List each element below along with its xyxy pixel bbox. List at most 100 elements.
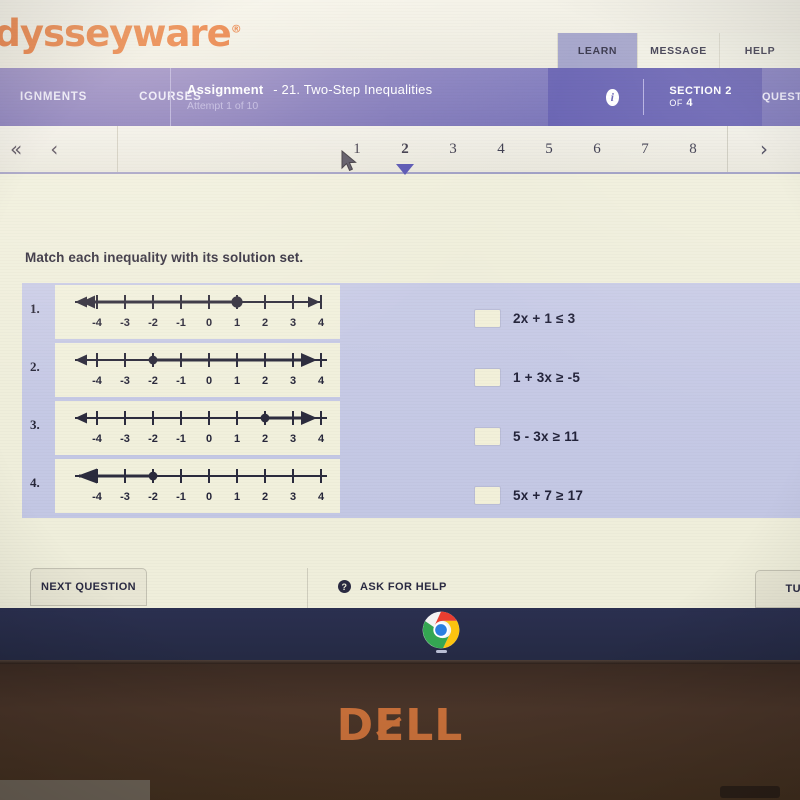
inequality-3: 5 - 3x ≥ 11 [513, 429, 579, 444]
answer-option-3[interactable]: 5 - 3x ≥ 11 [474, 407, 800, 466]
question-indicator[interactable]: QUEST [762, 68, 800, 126]
number-line-column: 1. -4 -3 -2 -1 0 1 2 3 4 2. -4 -3 -2 -1 … [22, 283, 340, 518]
svg-text:-4: -4 [92, 375, 103, 387]
turn-in-label: TURN I [785, 583, 800, 595]
matching-question-panel: 1. -4 -3 -2 -1 0 1 2 3 4 2. -4 -3 -2 -1 … [22, 283, 800, 518]
svg-text:-1: -1 [176, 317, 186, 329]
tab-help[interactable]: HELP [719, 33, 800, 68]
page-number-2[interactable]: 2 [381, 141, 429, 158]
tab-message[interactable]: MESSAGE [637, 33, 719, 68]
svg-text:-4: -4 [92, 317, 103, 329]
assignment-prefix: Assignment [187, 82, 264, 97]
svg-text:-3: -3 [120, 491, 130, 503]
svg-text:0: 0 [206, 433, 212, 445]
first-page-icon[interactable]: « [10, 137, 22, 161]
svg-text:0: 0 [206, 375, 212, 387]
svg-text:2: 2 [262, 433, 268, 445]
svg-text:2: 2 [262, 317, 268, 329]
answer-option-1[interactable]: 2x + 1 ≤ 3 [474, 289, 800, 348]
ask-for-help-label: ASK FOR HELP [360, 580, 447, 593]
top-tab-bar: LEARN MESSAGE HELP [557, 33, 800, 68]
inequality-2: 1 + 3x ≥ -5 [513, 370, 581, 385]
svg-text:4: 4 [318, 317, 325, 329]
svg-text:-4: -4 [92, 491, 103, 503]
svg-text:-2: -2 [148, 375, 158, 387]
question-pager: « ‹ 1 2 3 4 5 6 7 8 › [0, 126, 800, 174]
svg-text:-1: -1 [176, 433, 186, 445]
tab-help-label: HELP [744, 44, 776, 57]
tab-learn-label: LEARN [577, 44, 618, 57]
page-number-7[interactable]: 7 [621, 141, 669, 158]
drop-target-2[interactable] [474, 368, 501, 387]
tab-message-label: MESSAGE [650, 44, 707, 57]
question-indicator-label: QUEST [762, 91, 800, 103]
odysseyware-logo[interactable]: odysseyware® [0, 12, 242, 55]
number-line-row[interactable]: 1. -4 -3 -2 -1 0 1 2 3 4 [22, 283, 340, 341]
svg-text:1: 1 [234, 375, 240, 387]
number-line-1[interactable]: -4 -3 -2 -1 0 1 2 3 4 [55, 285, 340, 339]
page-number-5[interactable]: 5 [525, 141, 573, 158]
drop-target-1[interactable] [474, 309, 501, 328]
svg-text:-3: -3 [120, 433, 130, 445]
drop-target-3[interactable] [474, 427, 501, 446]
chrome-running-indicator [436, 650, 447, 653]
next-question-button[interactable]: NEXT QUESTION [30, 568, 147, 606]
svg-text:3: 3 [290, 491, 296, 503]
os-taskbar [0, 608, 800, 666]
answer-option-2[interactable]: 1 + 3x ≥ -5 [474, 348, 800, 407]
svg-text:1: 1 [234, 433, 240, 445]
answer-column: 2x + 1 ≤ 3 1 + 3x ≥ -5 5 - 3x ≥ 11 5x + … [474, 289, 800, 525]
page-number-8[interactable]: 8 [669, 141, 717, 158]
logo-text: odysseyware [0, 12, 232, 55]
photo-of-laptop-screen: odysseyware® LEARN MESSAGE HELP IGNMENTS… [0, 0, 800, 800]
laptop-hinge-vent [720, 786, 780, 798]
next-question-label: NEXT QUESTION [40, 581, 137, 593]
footer-divider [307, 568, 308, 612]
main-navigation-bar: IGNMENTS COURSES Assignment - 21. Two-St… [0, 68, 800, 126]
svg-text:3: 3 [290, 375, 296, 387]
prev-page-icon[interactable]: ‹ [50, 137, 58, 161]
drop-target-4[interactable] [474, 486, 501, 505]
page-number-6[interactable]: 6 [573, 141, 621, 158]
number-line-row[interactable]: 3. -4 -3 -2 -1 0 1 2 3 4 [22, 399, 340, 457]
turn-in-button[interactable]: TURN I [755, 570, 800, 608]
svg-text:-2: -2 [148, 317, 158, 329]
number-line-index: 3. [30, 417, 40, 432]
svg-text:-3: -3 [120, 317, 130, 329]
answer-option-4[interactable]: 5x + 7 ≥ 17 [474, 466, 800, 525]
ask-for-help-button[interactable]: ? ASK FOR HELP [338, 580, 447, 593]
number-line-row[interactable]: 4. -4 -3 -2 -1 0 1 2 3 4 [22, 457, 340, 515]
assignment-title: - 21. Two-Step Inequalities [273, 82, 433, 97]
svg-text:2: 2 [262, 491, 268, 503]
svg-text:-1: -1 [176, 491, 186, 503]
question-mark-icon: ? [338, 580, 351, 593]
svg-text:1: 1 [234, 317, 240, 329]
svg-text:-4: -4 [92, 433, 103, 445]
page-number-3[interactable]: 3 [429, 141, 477, 158]
number-line-4[interactable]: -4 -3 -2 -1 0 1 2 3 4 [55, 459, 340, 513]
svg-text:2: 2 [262, 375, 268, 387]
section-indicator[interactable]: SECTION 2 OF 4 [643, 85, 762, 109]
svg-text:4: 4 [318, 491, 325, 503]
next-page-icon[interactable]: › [728, 126, 800, 172]
desk-surface [0, 780, 150, 800]
section-of: OF [669, 98, 683, 108]
number-line-3[interactable]: -4 -3 -2 -1 0 1 2 3 4 [55, 401, 340, 455]
number-line-row[interactable]: 2. -4 -3 -2 -1 0 1 2 3 4 [22, 341, 340, 399]
inequality-1: 2x + 1 ≤ 3 [513, 311, 576, 326]
page-number-4[interactable]: 4 [477, 141, 525, 158]
section-label: SECTION 2 [669, 85, 732, 97]
info-icon[interactable]: i [606, 88, 619, 106]
pager-arrow-group: « ‹ [0, 126, 118, 172]
nav-assignments[interactable]: IGNMENTS [0, 91, 107, 103]
svg-text:4: 4 [318, 433, 325, 445]
laptop-screen: odysseyware® LEARN MESSAGE HELP IGNMENTS… [0, 0, 800, 612]
chrome-icon[interactable] [421, 610, 461, 650]
number-line-index: 4. [30, 475, 40, 490]
number-line-2[interactable]: -4 -3 -2 -1 0 1 2 3 4 [55, 343, 340, 397]
tab-learn[interactable]: LEARN [557, 33, 637, 68]
svg-text:-1: -1 [176, 375, 186, 387]
svg-text:3: 3 [290, 317, 296, 329]
svg-text:4: 4 [318, 375, 325, 387]
nav-assignments-label: IGNMENTS [20, 91, 88, 103]
